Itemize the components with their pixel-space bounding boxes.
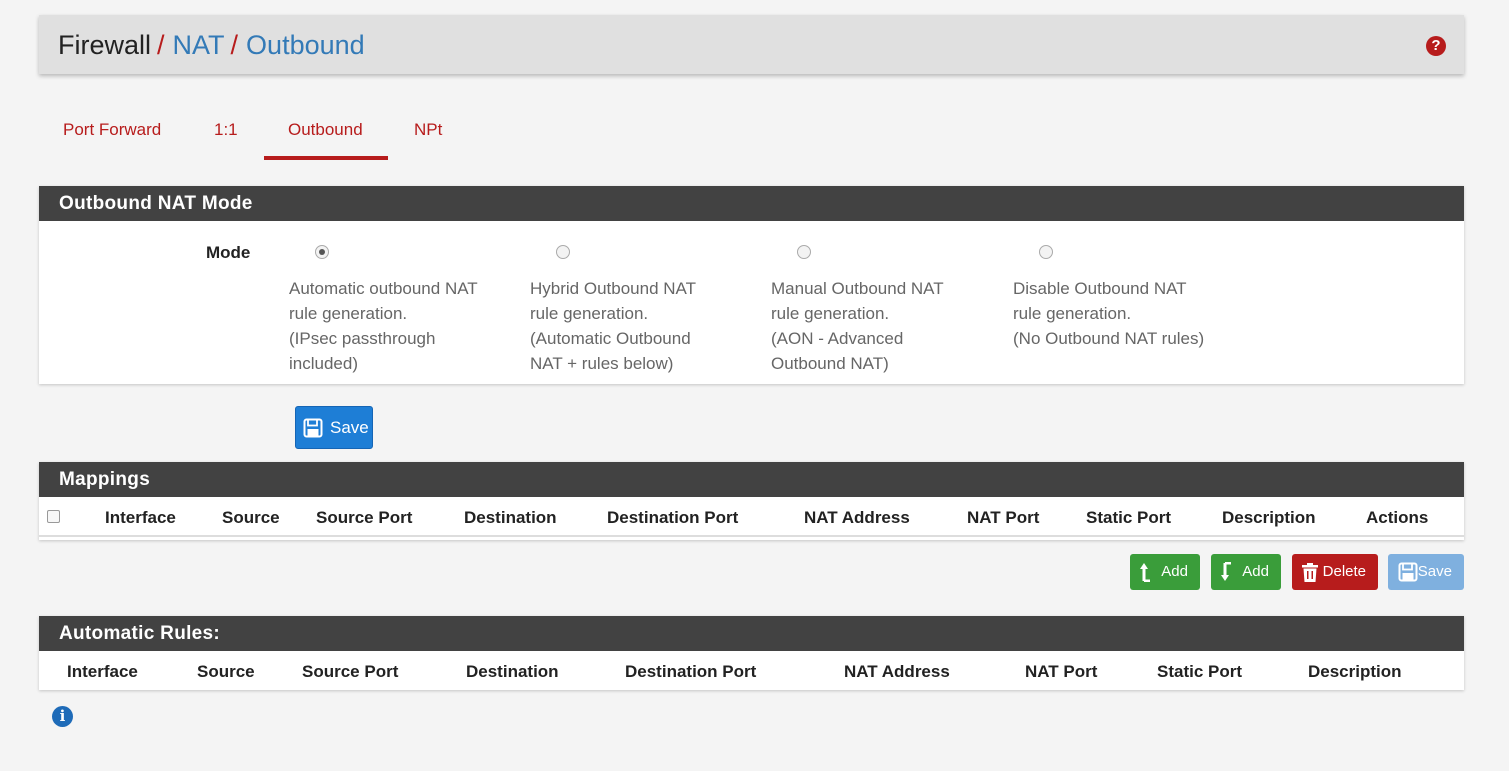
breadcrumb: Firewall / NAT / Outbound (58, 29, 365, 61)
save-mappings-label: Save (1417, 563, 1452, 580)
mode-option-hybrid: Hybrid Outbound NAT rule generation. (Au… (530, 245, 740, 376)
tab-outbound[interactable]: Outbound (264, 100, 388, 160)
col-source-port: Source Port (302, 662, 399, 681)
page-header: Firewall / NAT / Outbound ? (39, 15, 1464, 74)
floppy-disk-icon (303, 418, 323, 437)
tab-port-forward[interactable]: Port Forward (39, 100, 185, 160)
save-mode-button[interactable]: Save (295, 406, 373, 449)
tab-npt[interactable]: NPt (390, 100, 466, 160)
col-static-port: Static Port (1157, 662, 1243, 681)
col-interface: Interface (105, 508, 176, 527)
save-mode-label: Save (330, 417, 369, 437)
mappings-table-header: Interface Source Source Port Destination… (39, 497, 1464, 537)
panel-title: Outbound NAT Mode (39, 186, 1464, 221)
col-destination: Destination (464, 508, 557, 527)
mode-option-manual: Manual Outbound NAT rule generation. (AO… (771, 245, 981, 376)
mode-option-text: Disable Outbound NAT rule generation. (N… (1013, 279, 1205, 348)
mode-option-automatic: Automatic outbound NAT rule generation. … (289, 245, 499, 376)
add-top-label: Add (1161, 563, 1188, 580)
radio-manual[interactable] (797, 245, 811, 259)
delete-label: Delete (1322, 563, 1366, 580)
select-all-checkbox[interactable] (47, 510, 60, 523)
col-destination-port: Destination Port (625, 662, 757, 681)
breadcrumb-separator: / (230, 30, 239, 60)
trash-icon (1302, 562, 1318, 582)
breadcrumb-firewall: Firewall (58, 30, 152, 60)
tab-one-to-one[interactable]: 1:1 (190, 100, 262, 160)
col-nat-port: NAT Port (967, 508, 1040, 527)
col-destination: Destination (466, 662, 559, 681)
col-description: Description (1222, 508, 1316, 527)
panel-title: Mappings (39, 462, 1464, 497)
col-description: Description (1308, 662, 1402, 681)
col-nat-address: NAT Address (844, 662, 950, 681)
mode-option-text: Automatic outbound NAT rule generation. … (289, 279, 478, 373)
breadcrumb-outbound-link[interactable]: Outbound (246, 30, 365, 60)
floppy-disk-icon (1398, 562, 1418, 582)
mappings-panel: Mappings Interface Source Source Port De… (39, 462, 1464, 540)
col-source-port: Source Port (316, 508, 413, 527)
automatic-rules-panel: Automatic Rules: Interface Source Source… (39, 616, 1464, 690)
arrow-turn-down-icon (1221, 562, 1231, 581)
col-interface: Interface (67, 662, 138, 681)
outbound-nat-mode-panel: Outbound NAT Mode Mode Automatic outboun… (39, 186, 1464, 384)
delete-button[interactable]: Delete (1292, 554, 1378, 590)
col-static-port: Static Port (1086, 508, 1172, 527)
radio-disable[interactable] (1039, 245, 1053, 259)
arrow-turn-up-icon (1140, 563, 1150, 582)
mode-option-text: Hybrid Outbound NAT rule generation. (Au… (530, 279, 696, 373)
breadcrumb-separator: / (157, 30, 165, 60)
col-source: Source (222, 508, 280, 527)
mode-option-disable: Disable Outbound NAT rule generation. (N… (1013, 245, 1243, 351)
breadcrumb-nat-link[interactable]: NAT (173, 30, 225, 60)
radio-hybrid[interactable] (556, 245, 570, 259)
add-bottom-label: Add (1242, 563, 1269, 580)
radio-automatic[interactable] (315, 245, 329, 259)
col-source: Source (197, 662, 255, 681)
save-mappings-button[interactable]: Save (1388, 554, 1464, 590)
mode-label: Mode (206, 243, 251, 262)
col-destination-port: Destination Port (607, 508, 739, 527)
col-nat-address: NAT Address (804, 508, 910, 527)
panel-title: Automatic Rules: (39, 616, 1464, 651)
add-rule-top-button[interactable]: Add (1130, 554, 1200, 590)
col-nat-port: NAT Port (1025, 662, 1098, 681)
automatic-rules-table-header: Interface Source Source Port Destination… (39, 651, 1464, 691)
add-rule-bottom-button[interactable]: Add (1211, 554, 1281, 590)
info-circle-icon[interactable]: i (52, 706, 73, 727)
col-actions: Actions (1366, 508, 1429, 527)
question-circle-icon[interactable]: ? (1426, 36, 1446, 56)
mode-option-text: Manual Outbound NAT rule generation. (AO… (771, 279, 944, 373)
